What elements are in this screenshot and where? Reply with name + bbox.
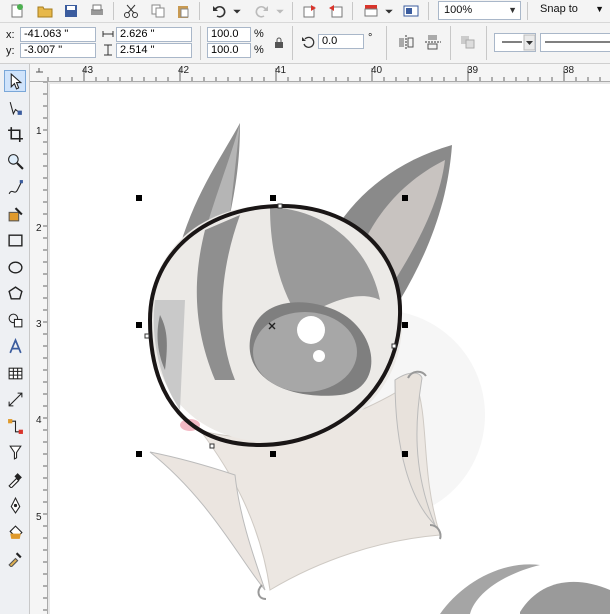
cut-icon[interactable] bbox=[122, 2, 140, 20]
lock-ratio-icon[interactable] bbox=[274, 37, 284, 52]
line-style-select[interactable] bbox=[494, 33, 536, 52]
outline-pen-tool-icon[interactable] bbox=[4, 494, 26, 516]
artwork-layer bbox=[136, 123, 610, 614]
application-launcher-icon[interactable] bbox=[362, 2, 380, 20]
convert-to-curves-icon[interactable] bbox=[459, 34, 477, 53]
open-folder-icon[interactable] bbox=[36, 2, 54, 20]
rotate-icon bbox=[301, 35, 315, 52]
eyedropper-tool-icon[interactable] bbox=[4, 468, 26, 490]
chevron-down-icon: ▼ bbox=[508, 5, 517, 15]
ruler-label: 1 bbox=[36, 126, 42, 137]
scale-x-field[interactable]: 100.0 bbox=[207, 27, 251, 42]
y-position-label: y: bbox=[6, 45, 15, 57]
horizontal-ruler[interactable]: 43 42 41 40 39 38 bbox=[30, 64, 610, 82]
polygon-tool-icon[interactable] bbox=[4, 282, 26, 304]
welcome-screen-icon[interactable] bbox=[402, 2, 420, 20]
redo-dropdown-icon[interactable] bbox=[275, 2, 285, 20]
smart-fill-tool-icon[interactable] bbox=[4, 203, 26, 225]
chevron-down-icon: ▼ bbox=[595, 4, 604, 14]
height-icon bbox=[102, 44, 114, 59]
text-tool-icon[interactable] bbox=[4, 335, 26, 357]
scale-y-percent: % bbox=[254, 44, 264, 56]
export-icon[interactable] bbox=[327, 2, 345, 20]
snap-to-label: Snap to bbox=[540, 3, 578, 15]
x-position-field[interactable]: -41.063 " bbox=[20, 27, 96, 42]
dimension-tool-icon[interactable] bbox=[4, 388, 26, 410]
redo-icon[interactable] bbox=[253, 2, 271, 20]
ruler-label: 39 bbox=[467, 65, 479, 76]
snap-to-menu[interactable]: Snap to ▼ bbox=[534, 1, 610, 20]
paste-icon[interactable] bbox=[174, 2, 192, 20]
zoom-level-value: 100% bbox=[444, 4, 473, 16]
ruler-label: 40 bbox=[371, 65, 383, 76]
x-position-label: x: bbox=[6, 29, 15, 41]
import-icon[interactable] bbox=[301, 2, 319, 20]
scale-x-percent: % bbox=[254, 28, 264, 40]
vertical-ruler[interactable]: 1 2 3 4 5 bbox=[30, 82, 48, 614]
shape-tool-icon[interactable] bbox=[4, 97, 26, 119]
copy-icon[interactable] bbox=[149, 2, 167, 20]
ruler-label: 2 bbox=[36, 223, 42, 234]
ruler-label: 42 bbox=[178, 65, 190, 76]
zoom-level-select[interactable]: 100% ▼ bbox=[438, 1, 521, 20]
basic-shapes-tool-icon[interactable] bbox=[4, 309, 26, 331]
connector-tool-icon[interactable] bbox=[4, 415, 26, 437]
ruler-label: 43 bbox=[82, 65, 94, 76]
launcher-dropdown-icon[interactable] bbox=[384, 2, 394, 20]
save-icon[interactable] bbox=[62, 2, 80, 20]
ruler-label: 38 bbox=[563, 65, 575, 76]
freehand-tool-icon[interactable] bbox=[4, 176, 26, 198]
rectangle-tool-icon[interactable] bbox=[4, 229, 26, 251]
object-width-field[interactable]: 2.626 " bbox=[116, 27, 192, 42]
undo-dropdown-icon[interactable] bbox=[232, 2, 242, 20]
blend-tool-icon[interactable] bbox=[4, 441, 26, 463]
property-bar: x: -41.063 " y: -3.007 " 2.626 " 2.514 "… bbox=[0, 23, 610, 64]
mirror-vertical-icon[interactable] bbox=[424, 34, 442, 53]
ruler-label: 3 bbox=[36, 319, 42, 330]
scale-y-field[interactable]: 100.0 bbox=[207, 43, 251, 58]
mirror-horizontal-icon[interactable] bbox=[397, 34, 415, 53]
ruler-ticks bbox=[43, 82, 47, 611]
ruler-label: 5 bbox=[36, 512, 42, 523]
crop-tool-icon[interactable] bbox=[4, 123, 26, 145]
outline-width-select[interactable] bbox=[540, 33, 610, 52]
toolbox bbox=[0, 64, 30, 614]
ellipse-tool-icon[interactable] bbox=[4, 256, 26, 278]
fill-tool-icon[interactable] bbox=[4, 521, 26, 543]
standard-toolbar: 100% ▼ Snap to ▼ bbox=[0, 0, 610, 23]
interactive-fill-tool-icon[interactable] bbox=[4, 547, 26, 569]
y-position-field[interactable]: -3.007 " bbox=[20, 43, 96, 58]
drawing-canvas[interactable] bbox=[48, 82, 610, 614]
ruler-label: 41 bbox=[275, 65, 287, 76]
pick-tool-icon[interactable] bbox=[4, 70, 26, 92]
zoom-tool-icon[interactable] bbox=[4, 150, 26, 172]
object-height-field[interactable]: 2.514 " bbox=[116, 43, 192, 58]
ruler-label: 4 bbox=[36, 415, 42, 426]
degree-symbol: ° bbox=[368, 32, 373, 44]
print-icon[interactable] bbox=[88, 2, 106, 20]
table-tool-icon[interactable] bbox=[4, 362, 26, 384]
width-icon bbox=[102, 29, 114, 42]
new-document-icon[interactable] bbox=[8, 2, 26, 20]
ruler-ticks bbox=[36, 68, 601, 81]
undo-icon[interactable] bbox=[210, 2, 228, 20]
rotation-angle-field[interactable]: 0.0 bbox=[318, 34, 364, 49]
